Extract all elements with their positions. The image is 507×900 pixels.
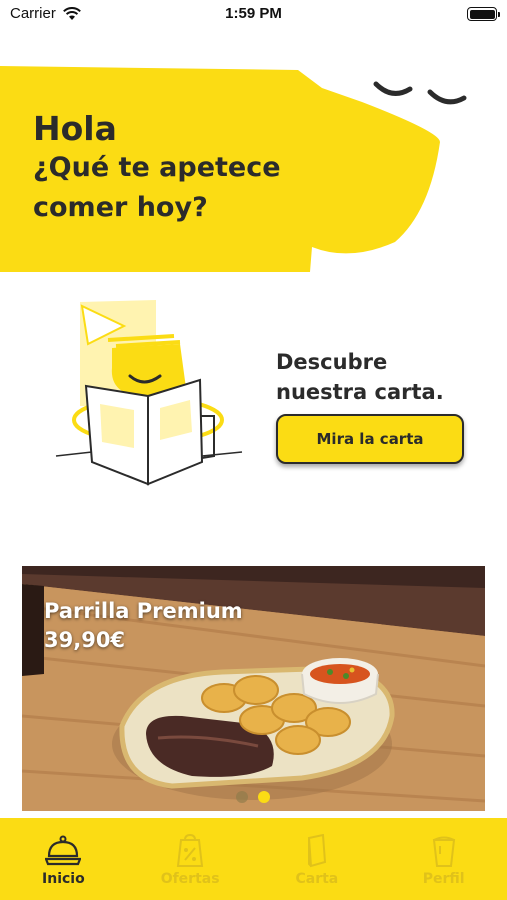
- tab-label: Carta: [295, 871, 339, 887]
- tab-label: Inicio: [42, 871, 85, 887]
- status-time: 1:59 PM: [225, 5, 282, 22]
- closed-eye-left: [373, 81, 413, 96]
- menu-cta-title: Descubre nuestra carta.: [276, 350, 444, 404]
- carousel-dot[interactable]: [236, 791, 248, 803]
- battery-icon: [467, 7, 500, 21]
- tab-perfil[interactable]: Perfil: [380, 818, 507, 900]
- greeting-heading: Hola: [33, 109, 117, 148]
- menu-book-icon: [307, 834, 326, 868]
- tab-inicio[interactable]: Inicio: [0, 818, 127, 900]
- view-menu-button[interactable]: Mira la carta: [276, 414, 464, 464]
- tab-carta[interactable]: Carta: [254, 818, 381, 900]
- newspaper-reader-illustration: [55, 300, 243, 486]
- cloche-icon: [45, 835, 82, 866]
- carousel-indicator: [236, 791, 270, 803]
- hero-banner: Hola ¿Qué te apetece comer hoy?: [0, 62, 507, 277]
- carousel-dot-active[interactable]: [258, 791, 270, 803]
- promo-title: Parrilla Premium: [44, 599, 243, 623]
- tab-bar: Inicio Ofertas Carta Perfil: [0, 818, 507, 900]
- menu-cta: Descubre nuestra carta.: [276, 347, 476, 407]
- promo-card[interactable]: Parrilla Premium 39,90€: [22, 566, 485, 811]
- closed-eye-right: [427, 89, 467, 105]
- tab-ofertas[interactable]: Ofertas: [127, 818, 254, 900]
- status-bar: Carrier 1:59 PM: [0, 0, 507, 32]
- tab-label: Ofertas: [160, 871, 220, 887]
- greeting-question: ¿Qué te apetece comer hoy?: [33, 152, 281, 223]
- profile-cup-icon: [432, 836, 455, 867]
- discount-bag-icon: [177, 834, 204, 867]
- tab-label: Perfil: [422, 871, 465, 887]
- promo-price: 39,90€: [44, 628, 126, 652]
